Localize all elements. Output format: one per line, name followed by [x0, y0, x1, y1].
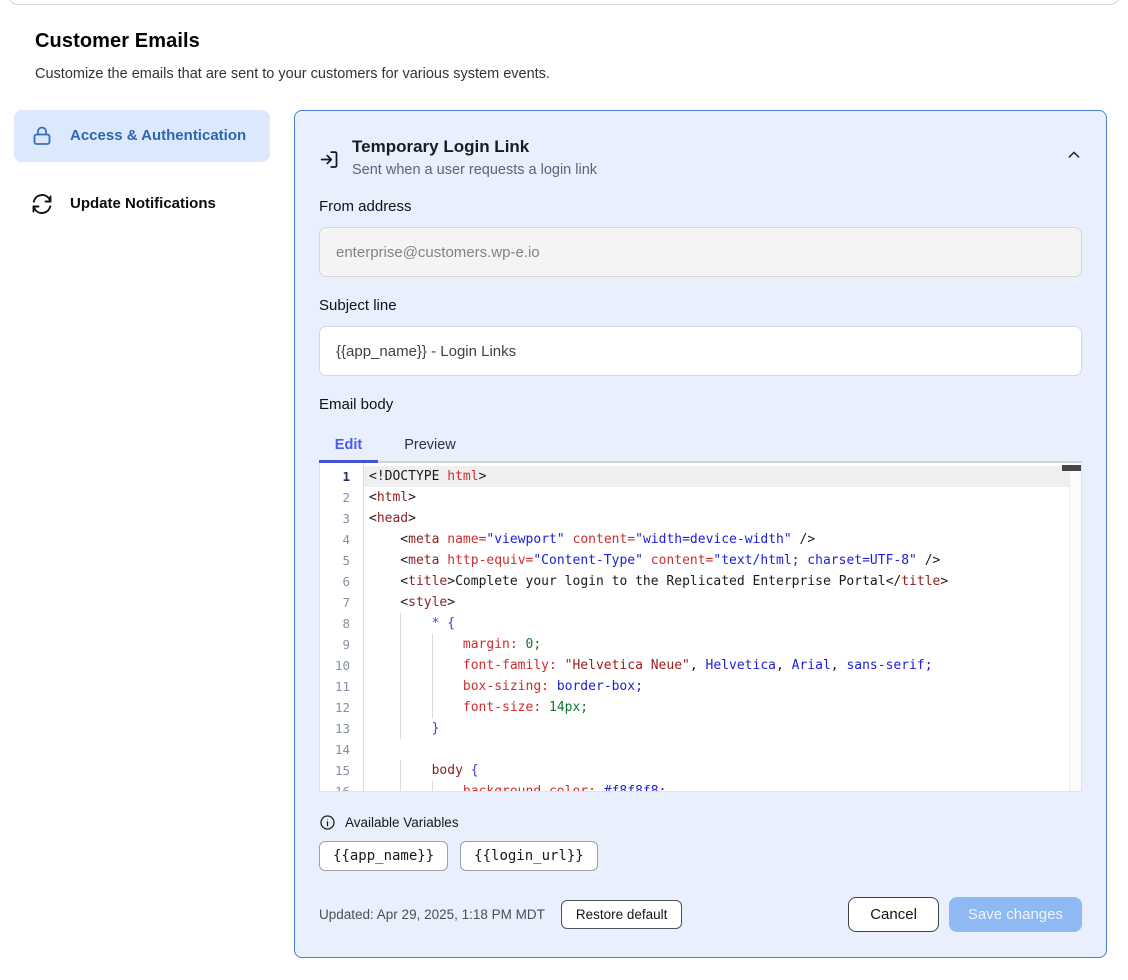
panel-title: Temporary Login Link	[352, 137, 597, 157]
restore-default-button[interactable]: Restore default	[561, 900, 683, 929]
line-number: 8	[320, 613, 363, 634]
panel-footer: Updated: Apr 29, 2025, 1:18 PM MDT Resto…	[319, 897, 1082, 932]
subject-line-label: Subject line	[319, 297, 1082, 314]
code-line[interactable]: <head>	[364, 508, 1081, 529]
line-number: 13	[320, 718, 363, 739]
line-number: 7	[320, 592, 363, 613]
info-icon	[319, 814, 336, 831]
line-number: 3	[320, 508, 363, 529]
page-description: Customize the emails that are sent to yo…	[35, 66, 1093, 82]
refresh-icon	[30, 192, 54, 216]
login-icon	[319, 137, 340, 170]
code-line[interactable]: <meta name="viewport" content="width=dev…	[364, 529, 1081, 550]
page-header: Customer Emails Customize the emails tha…	[35, 30, 1093, 82]
code-line[interactable]: * {	[364, 613, 1081, 634]
code-line[interactable]: <meta http-equiv="Content-Type" content=…	[364, 550, 1081, 571]
line-number: 15	[320, 760, 363, 781]
sidebar-item-label: Update Notifications	[70, 192, 216, 216]
lock-icon	[30, 124, 54, 148]
code-line[interactable]: <html>	[364, 487, 1081, 508]
temporary-login-link-panel: Temporary Login Link Sent when a user re…	[294, 110, 1107, 958]
email-body-code-editor[interactable]: 12345678910111213141516 <!DOCTYPE html><…	[319, 463, 1082, 792]
code-line[interactable]: <title>Complete your login to the Replic…	[364, 571, 1081, 592]
editor-scrollbar-thumb[interactable]	[1062, 465, 1081, 471]
updated-timestamp: Updated: Apr 29, 2025, 1:18 PM MDT	[319, 907, 545, 922]
code-line[interactable]: margin: 0;	[364, 634, 1081, 655]
from-address-input	[319, 227, 1082, 277]
line-number: 11	[320, 676, 363, 697]
email-body-label: Email body	[319, 396, 1082, 413]
sidebar-item-access-authentication[interactable]: Access & Authentication	[14, 110, 270, 162]
email-types-sidebar: Access & Authentication Update Notificat…	[14, 110, 270, 224]
variable-chips: {{app_name}} {{login_url}}	[319, 841, 1082, 871]
chevron-up-icon[interactable]	[1066, 137, 1082, 163]
code-line[interactable]: font-size: 14px;	[364, 697, 1081, 718]
code-line[interactable]: box-sizing: border-box;	[364, 676, 1081, 697]
line-number: 4	[320, 529, 363, 550]
from-address-label: From address	[319, 198, 1082, 215]
variable-chip[interactable]: {{login_url}}	[460, 841, 598, 871]
line-number: 1	[320, 466, 363, 487]
previous-card-edge	[8, 0, 1120, 5]
save-changes-button[interactable]: Save changes	[949, 897, 1082, 932]
line-number: 14	[320, 739, 363, 760]
editor-gutter: 12345678910111213141516	[320, 463, 364, 791]
line-number: 6	[320, 571, 363, 592]
panel-subtitle: Sent when a user requests a login link	[352, 162, 597, 178]
page-title: Customer Emails	[35, 30, 1093, 53]
sidebar-item-update-notifications[interactable]: Update Notifications	[14, 184, 270, 224]
cancel-button[interactable]: Cancel	[848, 897, 939, 932]
code-line[interactable]: <!DOCTYPE html>	[364, 466, 1081, 487]
tab-preview[interactable]: Preview	[378, 429, 482, 461]
editor-code-pane[interactable]: <!DOCTYPE html><html><head><meta name="v…	[364, 463, 1081, 791]
code-line[interactable]: font-family: "Helvetica Neue", Helvetica…	[364, 655, 1081, 676]
subject-line-input[interactable]	[319, 326, 1082, 376]
code-line[interactable]: }	[364, 718, 1081, 739]
panel-header: Temporary Login Link Sent when a user re…	[319, 137, 1082, 178]
line-number: 10	[320, 655, 363, 676]
tab-edit[interactable]: Edit	[319, 429, 378, 461]
editor-scrollbar[interactable]	[1069, 463, 1081, 791]
code-line[interactable]: <style>	[364, 592, 1081, 613]
code-line[interactable]	[364, 739, 1081, 760]
variable-chip[interactable]: {{app_name}}	[319, 841, 448, 871]
available-variables-label: Available Variables	[345, 815, 459, 830]
line-number: 16	[320, 781, 363, 792]
code-line[interactable]: body {	[364, 760, 1081, 781]
line-number: 5	[320, 550, 363, 571]
line-number: 2	[320, 487, 363, 508]
sidebar-item-label: Access & Authentication	[70, 124, 246, 148]
email-body-tabs: Edit Preview	[319, 429, 1082, 463]
line-number: 12	[320, 697, 363, 718]
line-number: 9	[320, 634, 363, 655]
code-line[interactable]: background-color: #f8f8f8;	[364, 781, 1081, 792]
